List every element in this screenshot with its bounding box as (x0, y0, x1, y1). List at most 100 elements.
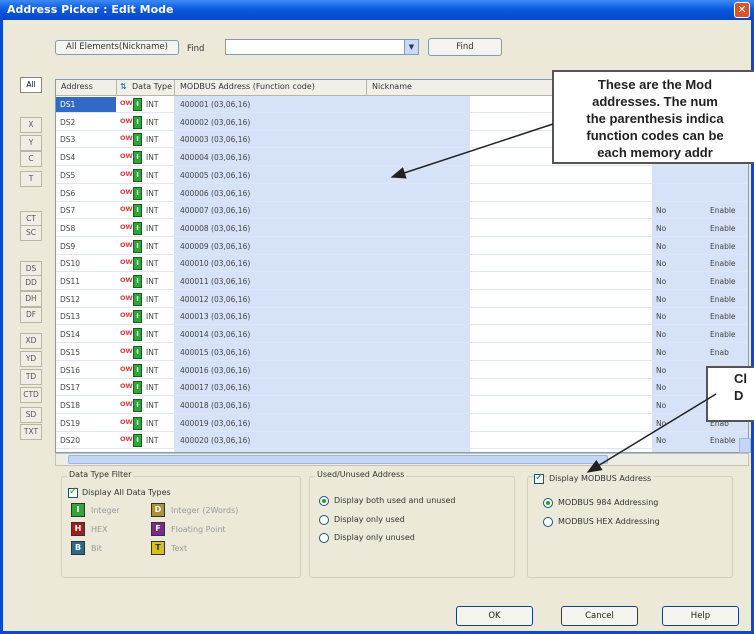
table-row[interactable]: DS10 OW I INT 400010 (03,06,16) No Enable (56, 256, 748, 273)
tab-dh[interactable]: DH (20, 291, 42, 307)
data-type-cell: INT (146, 436, 159, 446)
tab-x[interactable]: X (20, 117, 42, 133)
address-cell[interactable]: DS4 (60, 153, 75, 162)
header-modbus-address[interactable]: MODBUS Address (Function code) (180, 82, 315, 91)
tab-dd[interactable]: DD (20, 275, 42, 291)
modbus-address-cell: 400019 (03,06,16) (180, 418, 251, 428)
filter-mode-button[interactable]: All Elements(Nickname) (55, 40, 179, 55)
address-cell[interactable]: DS20 (60, 436, 80, 445)
address-cell[interactable]: DS3 (60, 135, 75, 144)
table-row[interactable]: DS19 OW I INT 400019 (03,06,16) No Enab (56, 415, 748, 432)
callout-line: each memory addr (597, 145, 713, 160)
address-cell[interactable]: DS18 (60, 401, 80, 410)
chevron-down-icon[interactable]: ▼ (404, 40, 418, 54)
display-all-types-checkbox[interactable] (68, 486, 78, 498)
state-cell: Enable (710, 241, 736, 251)
header-address[interactable]: Address (61, 82, 93, 91)
address-cell[interactable]: DS9 (60, 242, 75, 251)
address-cell[interactable]: DS6 (60, 189, 75, 198)
address-cell[interactable]: DS15 (60, 348, 80, 357)
modbus-address-cell: 400012 (03,06,16) (180, 294, 251, 304)
tab-t[interactable]: T (20, 171, 42, 187)
tab-yd[interactable]: YD (20, 351, 42, 367)
integer-type-icon: I (133, 115, 142, 129)
type-integer-2words-label: Integer (2Words) (171, 506, 239, 515)
display-modbus-checkbox[interactable] (534, 472, 544, 484)
tab-y[interactable]: Y (20, 135, 42, 151)
tab-all[interactable]: All (20, 77, 42, 93)
table-row[interactable]: DS13 OW I INT 400013 (03,06,16) No Enable (56, 309, 748, 326)
overwrite-label: OW (120, 222, 133, 231)
tab-df[interactable]: DF (20, 307, 42, 323)
used-cell: No (656, 294, 667, 304)
address-cell[interactable]: DS12 (60, 295, 80, 304)
overwrite-label: OW (120, 258, 133, 267)
tab-xd[interactable]: XD (20, 333, 42, 349)
data-type-cell: INT (146, 117, 159, 127)
overwrite-label: OW (120, 99, 133, 107)
address-cell[interactable]: DS8 (60, 224, 75, 233)
address-cell[interactable]: DS17 (60, 383, 80, 392)
tab-sd[interactable]: SD (20, 407, 42, 423)
tab-txt[interactable]: TXT (20, 424, 42, 440)
address-cell[interactable]: DS10 (60, 259, 80, 268)
address-cell[interactable]: DS11 (60, 277, 80, 286)
overwrite-label: OW (120, 240, 133, 249)
overwrite-label: OW (120, 346, 133, 355)
address-cell[interactable]: DS1 (60, 100, 75, 109)
tab-c[interactable]: C (20, 151, 42, 167)
data-type-cell: INT (146, 223, 159, 233)
header-data-type[interactable]: Data Type (132, 82, 172, 91)
radio-modbus-984[interactable] (543, 498, 553, 508)
table-row[interactable]: DS7 OW I INT 400007 (03,06,16) No Enable (56, 203, 748, 220)
address-cell[interactable]: DS14 (60, 330, 80, 339)
table-row[interactable]: DS11 OW I INT 400011 (03,06,16) No Enable (56, 274, 748, 290)
table-row[interactable]: DS12 OW I INT 400012 (03,06,16) No Enable (56, 291, 748, 308)
integer-type-icon: I (133, 345, 142, 359)
tab-td[interactable]: TD (20, 369, 42, 385)
overwrite-label: OW (120, 205, 133, 214)
radio-only-unused-label: Display only unused (334, 533, 415, 542)
table-row[interactable]: DS15 OW I INT 400015 (03,06,16) No Enab (56, 344, 748, 361)
sort-icon[interactable]: ⇅ (120, 82, 127, 91)
address-cell[interactable]: DS2 (60, 118, 75, 127)
close-icon[interactable]: ✕ (734, 2, 750, 18)
table-row[interactable]: DS18OWIINT400018 (03,06,16)NoEnab (56, 397, 748, 414)
find-button[interactable]: Find (428, 38, 502, 56)
radio-only-unused[interactable] (319, 533, 329, 543)
address-cell[interactable]: DS13 (60, 312, 80, 321)
table-row[interactable]: DS14 OW I INT 400014 (03,06,16) No Enable (56, 327, 748, 344)
table-row[interactable]: DS16OWIINT400016 (03,06,16)NoEnab (56, 362, 748, 379)
table-row[interactable]: DS8 OW I INT 400008 (03,06,16) No Enable (56, 220, 748, 237)
tab-ctd[interactable]: CTD (20, 387, 42, 403)
scrollbar-thumb[interactable] (68, 455, 608, 464)
table-row[interactable]: DS20 OW I INT 400020 (03,06,16) No Enable (56, 433, 748, 450)
radio-both[interactable] (319, 496, 329, 506)
address-cell[interactable]: DS19 (60, 419, 80, 428)
state-cell: Enable (710, 223, 736, 233)
radio-modbus-hex[interactable] (543, 517, 553, 527)
floating-point-type-icon: F (151, 522, 165, 536)
data-type-filter-title: Data Type Filter (67, 470, 134, 479)
table-row[interactable]: DS5 OW I INT 400005 (03,06,16) (56, 167, 748, 184)
header-nickname[interactable]: Nickname (372, 82, 412, 91)
find-input[interactable]: ▼ (225, 39, 419, 55)
horizontal-scrollbar[interactable] (55, 453, 749, 466)
help-button[interactable]: Help (662, 606, 739, 626)
table-row[interactable]: DS9 OW I INT 400009 (03,06,16) No Enable (56, 238, 748, 255)
title-bar[interactable]: Address Picker : Edit Mode ✕ (0, 0, 754, 20)
table-row[interactable]: DS6 OW I INT 400006 (03,06,16) (56, 185, 748, 202)
overwrite-label: OW (120, 116, 133, 125)
overwrite-label: OW (120, 364, 133, 373)
overwrite-label: OW (120, 417, 133, 426)
bit-type-icon: B (71, 541, 85, 555)
address-cell[interactable]: DS7 (60, 206, 75, 215)
address-cell[interactable]: DS5 (60, 171, 75, 180)
address-cell[interactable]: DS16 (60, 366, 80, 375)
table-row[interactable]: DS17OWIINT400017 (03,06,16)NoEnab (56, 380, 748, 397)
vertical-scrollbar[interactable] (739, 438, 751, 453)
tab-sc[interactable]: SC (20, 225, 42, 241)
cancel-button[interactable]: Cancel (561, 606, 638, 626)
ok-button[interactable]: OK (456, 606, 533, 626)
radio-only-used[interactable] (319, 515, 329, 525)
